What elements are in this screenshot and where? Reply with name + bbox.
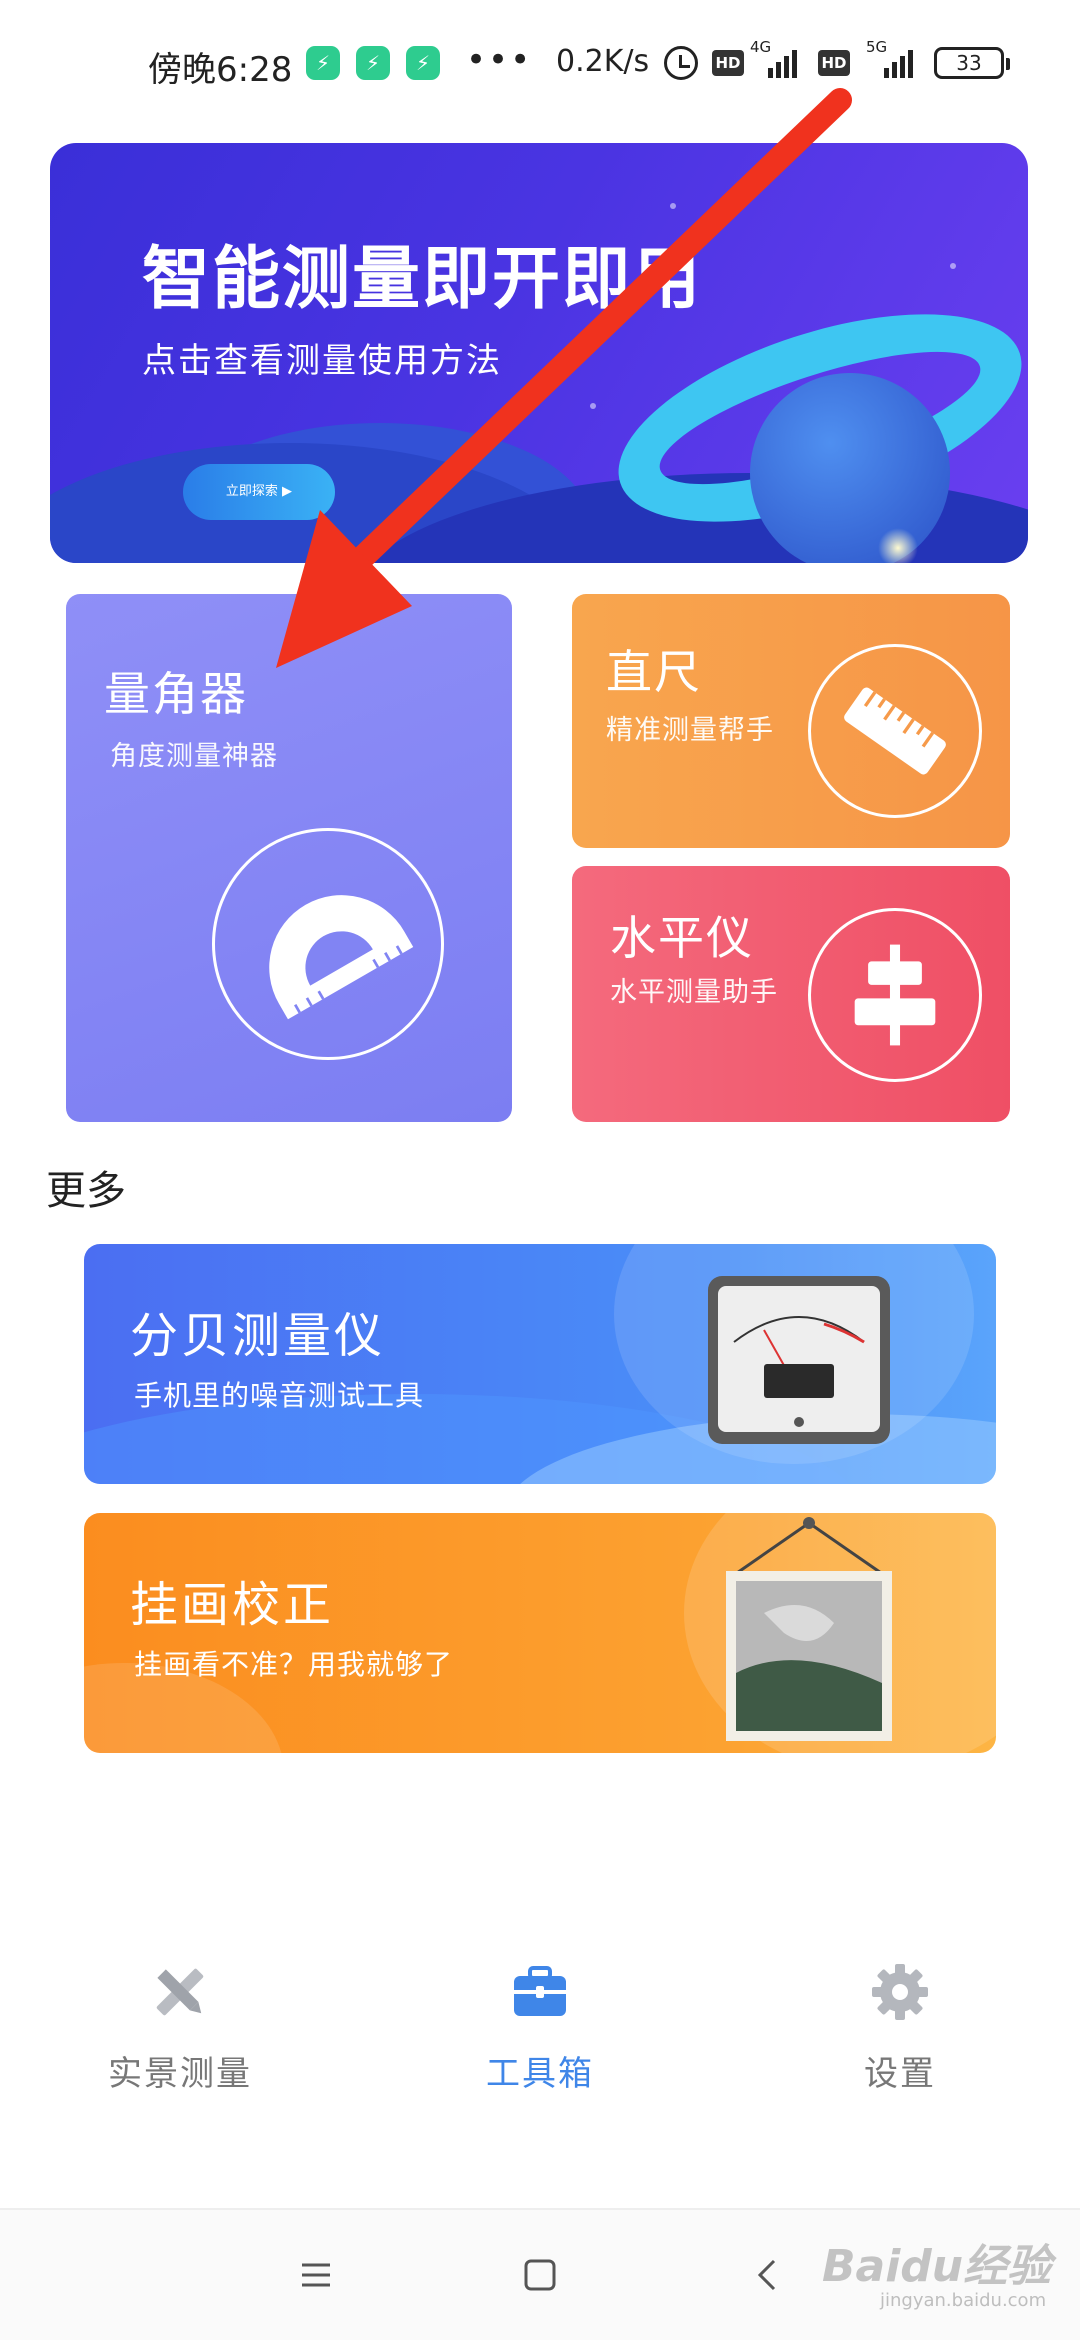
security-shield-icon: ⚡ (306, 46, 340, 80)
protractor-title: 量角器 (104, 667, 248, 721)
more-section-title: 更多 (46, 1168, 126, 1214)
bottom-nav: 实景测量 工具箱 设置 (0, 1930, 1080, 2120)
decibel-meter-icon (708, 1276, 890, 1444)
level-title: 水平仪 (610, 911, 754, 965)
hanging-picture-icon (726, 1517, 892, 1741)
status-bar: 傍晚6:28 ⚡ ⚡ ⚡ ••• 0.2K/s HD 4G HD 5G 33 (0, 0, 1080, 130)
security-shield-icon: ⚡ (406, 46, 440, 80)
ruler-card[interactable]: 直尺 精准测量帮手 (572, 594, 1010, 848)
nav-item-live-measure[interactable]: 实景测量 (70, 1960, 290, 2095)
decibel-title: 分贝测量仪 (130, 1308, 386, 1364)
security-shield-icon: ⚡ (356, 46, 390, 80)
toolbox-icon (514, 1966, 566, 2016)
gear-icon (872, 1964, 928, 2020)
baidu-watermark: Baidu经验 (822, 2241, 1052, 2292)
more-notifications-icon: ••• (466, 40, 533, 80)
star-dot (590, 403, 596, 409)
nav-label: 实景测量 (108, 2054, 252, 2094)
explore-button[interactable]: 立即探索 ▶ (183, 464, 335, 520)
nav-label: 工具箱 (486, 2054, 594, 2094)
hanging-picture-subtitle: 挂画看不准？用我就够了 (134, 1648, 454, 1681)
ruler-icon (808, 644, 982, 818)
decibel-meter-card[interactable]: 分贝测量仪 手机里的噪音测试工具 (84, 1244, 996, 1484)
hd-icon: HD (818, 50, 850, 76)
signal-icon (768, 48, 797, 78)
menu-icon[interactable] (296, 2255, 336, 2295)
star-dot (670, 203, 676, 209)
star-dot (950, 263, 956, 269)
baidu-watermark-url: jingyan.baidu.com (880, 2290, 1047, 2311)
nav-item-settings[interactable]: 设置 (790, 1960, 1010, 2095)
tutorial-banner[interactable]: 智能测量即开即用 点击查看测量使用方法 立即探索 ▶ (50, 143, 1028, 563)
network-speed: 0.2K/s (556, 44, 650, 79)
status-time: 傍晚6:28 (148, 50, 293, 90)
alarm-icon (664, 46, 698, 80)
signal-icon (884, 48, 913, 78)
protractor-icon (212, 828, 444, 1060)
hanging-picture-title: 挂画校正 (130, 1577, 335, 1633)
banner-title: 智能测量即开即用 (142, 240, 703, 319)
level-subtitle: 水平测量助手 (610, 977, 778, 1008)
decibel-subtitle: 手机里的噪音测试工具 (134, 1379, 425, 1412)
home-icon[interactable] (520, 2255, 560, 2295)
battery-icon: 33 (934, 47, 1010, 79)
hd-icon: HD (712, 50, 744, 76)
back-icon[interactable] (748, 2255, 788, 2295)
star-decoration (878, 528, 918, 563)
level-card[interactable]: 水平仪 水平测量助手 (572, 866, 1010, 1122)
hanging-picture-card[interactable]: 挂画校正 挂画看不准？用我就够了 (84, 1513, 996, 1753)
ruler-subtitle: 精准测量帮手 (606, 715, 774, 746)
protractor-subtitle: 角度测量神器 (110, 741, 278, 772)
ruler-pencil-icon (156, 1968, 204, 2016)
planet-decoration (750, 373, 950, 563)
banner-subtitle: 点击查看测量使用方法 (142, 341, 502, 381)
nav-label: 设置 (864, 2054, 936, 2094)
nav-item-toolbox[interactable]: 工具箱 (430, 1960, 650, 2095)
level-icon (808, 908, 982, 1082)
protractor-card[interactable]: 量角器 角度测量神器 (66, 594, 512, 1122)
ruler-title: 直尺 (606, 645, 702, 699)
